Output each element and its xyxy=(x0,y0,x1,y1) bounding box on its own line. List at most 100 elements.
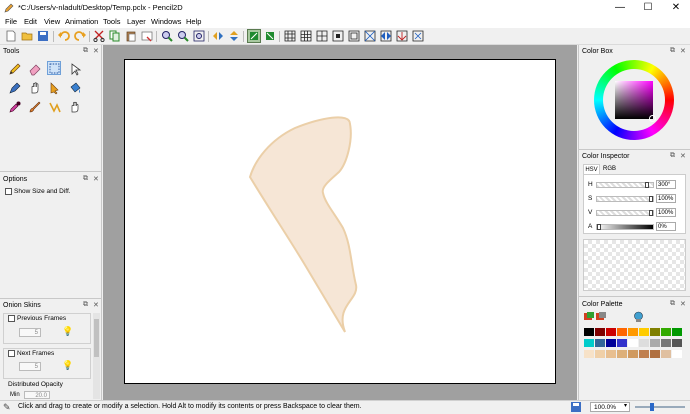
onion-prev-icon[interactable] xyxy=(247,29,261,43)
grid-cross-icon[interactable] xyxy=(316,30,328,42)
close-button[interactable]: ✕ xyxy=(662,0,690,15)
zoom-out-icon[interactable] xyxy=(177,30,189,42)
new-file-icon[interactable] xyxy=(5,30,17,42)
saturation-value-square[interactable] xyxy=(615,81,653,119)
previous-frames-spinner[interactable]: 5 xyxy=(19,328,41,337)
close-panel-icon[interactable]: ✕ xyxy=(680,47,686,55)
zoom-slider[interactable] xyxy=(635,403,685,411)
hue-wheel[interactable] xyxy=(594,60,674,140)
palette-swatch[interactable] xyxy=(650,328,660,336)
alpha-slider[interactable] xyxy=(596,224,654,230)
pen-icon[interactable] xyxy=(8,81,22,95)
menu-help[interactable]: Help xyxy=(186,17,201,26)
palette-swatch[interactable] xyxy=(584,339,594,347)
h-value-field[interactable]: 300° xyxy=(656,180,676,189)
safe-area-icon[interactable] xyxy=(348,30,360,42)
flip-vertical-icon[interactable] xyxy=(228,30,240,42)
flip-horizontal-icon[interactable] xyxy=(212,30,224,42)
palette-swatch[interactable] xyxy=(584,328,594,336)
chevron-down-icon[interactable]: ▾ xyxy=(624,402,627,409)
palette-swatch[interactable] xyxy=(595,339,605,347)
onion-scrollbar[interactable] xyxy=(93,313,100,399)
pointer-icon[interactable] xyxy=(68,62,82,76)
show-size-checkbox[interactable] xyxy=(5,188,12,195)
menu-layer[interactable]: Layer xyxy=(127,17,146,26)
smudge-icon[interactable] xyxy=(68,100,82,114)
min-opacity-spinner[interactable]: 20.0 xyxy=(24,391,50,399)
save-icon[interactable] xyxy=(37,30,49,42)
float-panel-icon[interactable]: ⧉ xyxy=(83,301,88,309)
palette-swatch[interactable] xyxy=(661,339,671,347)
canvas[interactable] xyxy=(124,59,556,384)
menu-file[interactable]: File xyxy=(5,17,17,26)
palette-menu-icon[interactable] xyxy=(633,311,644,322)
clear-icon[interactable] xyxy=(141,30,153,42)
v-slider[interactable] xyxy=(596,210,654,216)
next-frames-checkbox[interactable] xyxy=(8,350,15,357)
eyedropper-icon[interactable] xyxy=(8,100,22,114)
select-icon[interactable] xyxy=(47,61,61,75)
bucket-icon[interactable] xyxy=(68,81,82,95)
v-value-field[interactable]: 100% xyxy=(656,208,676,217)
eraser-icon[interactable] xyxy=(28,62,42,76)
drawing-viewport[interactable] xyxy=(103,45,577,400)
palette-swatch[interactable] xyxy=(628,350,638,358)
palette-swatch[interactable] xyxy=(628,339,638,347)
close-panel-icon[interactable]: ✕ xyxy=(93,301,99,309)
palette-swatch[interactable] xyxy=(628,328,638,336)
palette-swatch[interactable] xyxy=(650,350,660,358)
float-panel-icon[interactable]: ⧉ xyxy=(83,47,88,55)
palette-swatch[interactable] xyxy=(617,350,627,358)
palette-swatch[interactable] xyxy=(617,328,627,336)
redo-icon[interactable] xyxy=(74,30,86,42)
palette-swatch[interactable] xyxy=(639,339,649,347)
menu-windows[interactable]: Windows xyxy=(151,17,181,26)
tab-hsv[interactable]: HSV xyxy=(583,164,600,174)
onion-next-icon[interactable] xyxy=(264,30,276,42)
overlay-perspective-2-icon[interactable] xyxy=(380,30,392,42)
move-icon[interactable] xyxy=(48,81,62,95)
copy-icon[interactable] xyxy=(109,30,121,42)
grid-thirds-icon[interactable] xyxy=(300,30,312,42)
s-slider[interactable] xyxy=(596,196,654,202)
remove-color-icon[interactable] xyxy=(596,312,606,321)
palette-swatch[interactable] xyxy=(672,350,682,358)
palette-swatch[interactable] xyxy=(584,350,594,358)
tab-rgb[interactable]: RGB xyxy=(601,164,618,174)
palette-swatch[interactable] xyxy=(595,350,605,358)
float-panel-icon[interactable]: ⧉ xyxy=(670,47,675,55)
close-panel-icon[interactable]: ✕ xyxy=(93,175,99,183)
overlay-perspective-1-icon[interactable] xyxy=(364,30,376,42)
lightbulb-icon[interactable]: 💡 xyxy=(62,326,73,337)
menu-tools[interactable]: Tools xyxy=(103,17,121,26)
polyline-icon[interactable] xyxy=(48,100,62,114)
menu-edit[interactable]: Edit xyxy=(24,17,37,26)
float-panel-icon[interactable]: ⧉ xyxy=(670,152,675,160)
close-panel-icon[interactable]: ✕ xyxy=(680,300,686,308)
s-value-field[interactable]: 100% xyxy=(656,194,676,203)
palette-swatch[interactable] xyxy=(661,328,671,336)
pencil-icon[interactable] xyxy=(8,62,22,76)
h-slider[interactable] xyxy=(596,182,654,188)
zoom-fit-icon[interactable] xyxy=(193,30,205,42)
maximize-button[interactable]: ☐ xyxy=(634,0,662,15)
palette-swatch[interactable] xyxy=(639,350,649,358)
palette-swatch[interactable] xyxy=(672,328,682,336)
palette-swatch[interactable] xyxy=(617,339,627,347)
a-value-field[interactable]: 0% xyxy=(656,222,676,231)
palette-swatch[interactable] xyxy=(606,350,616,358)
overlay-perspective-3-icon[interactable] xyxy=(396,30,408,42)
palette-swatch[interactable] xyxy=(606,328,616,336)
palette-swatch[interactable] xyxy=(606,339,616,347)
close-panel-icon[interactable]: ✕ xyxy=(93,47,99,55)
minimize-button[interactable]: — xyxy=(606,0,634,15)
palette-swatch[interactable] xyxy=(595,328,605,336)
palette-swatch[interactable] xyxy=(650,339,660,347)
brush-icon[interactable] xyxy=(28,100,42,114)
camera-icon[interactable] xyxy=(412,30,424,42)
palette-swatch[interactable] xyxy=(672,339,682,347)
next-frames-spinner[interactable]: 5 xyxy=(19,362,41,371)
undo-icon[interactable] xyxy=(58,30,70,42)
palette-swatch[interactable] xyxy=(661,350,671,358)
menu-animation[interactable]: Animation xyxy=(65,17,98,26)
